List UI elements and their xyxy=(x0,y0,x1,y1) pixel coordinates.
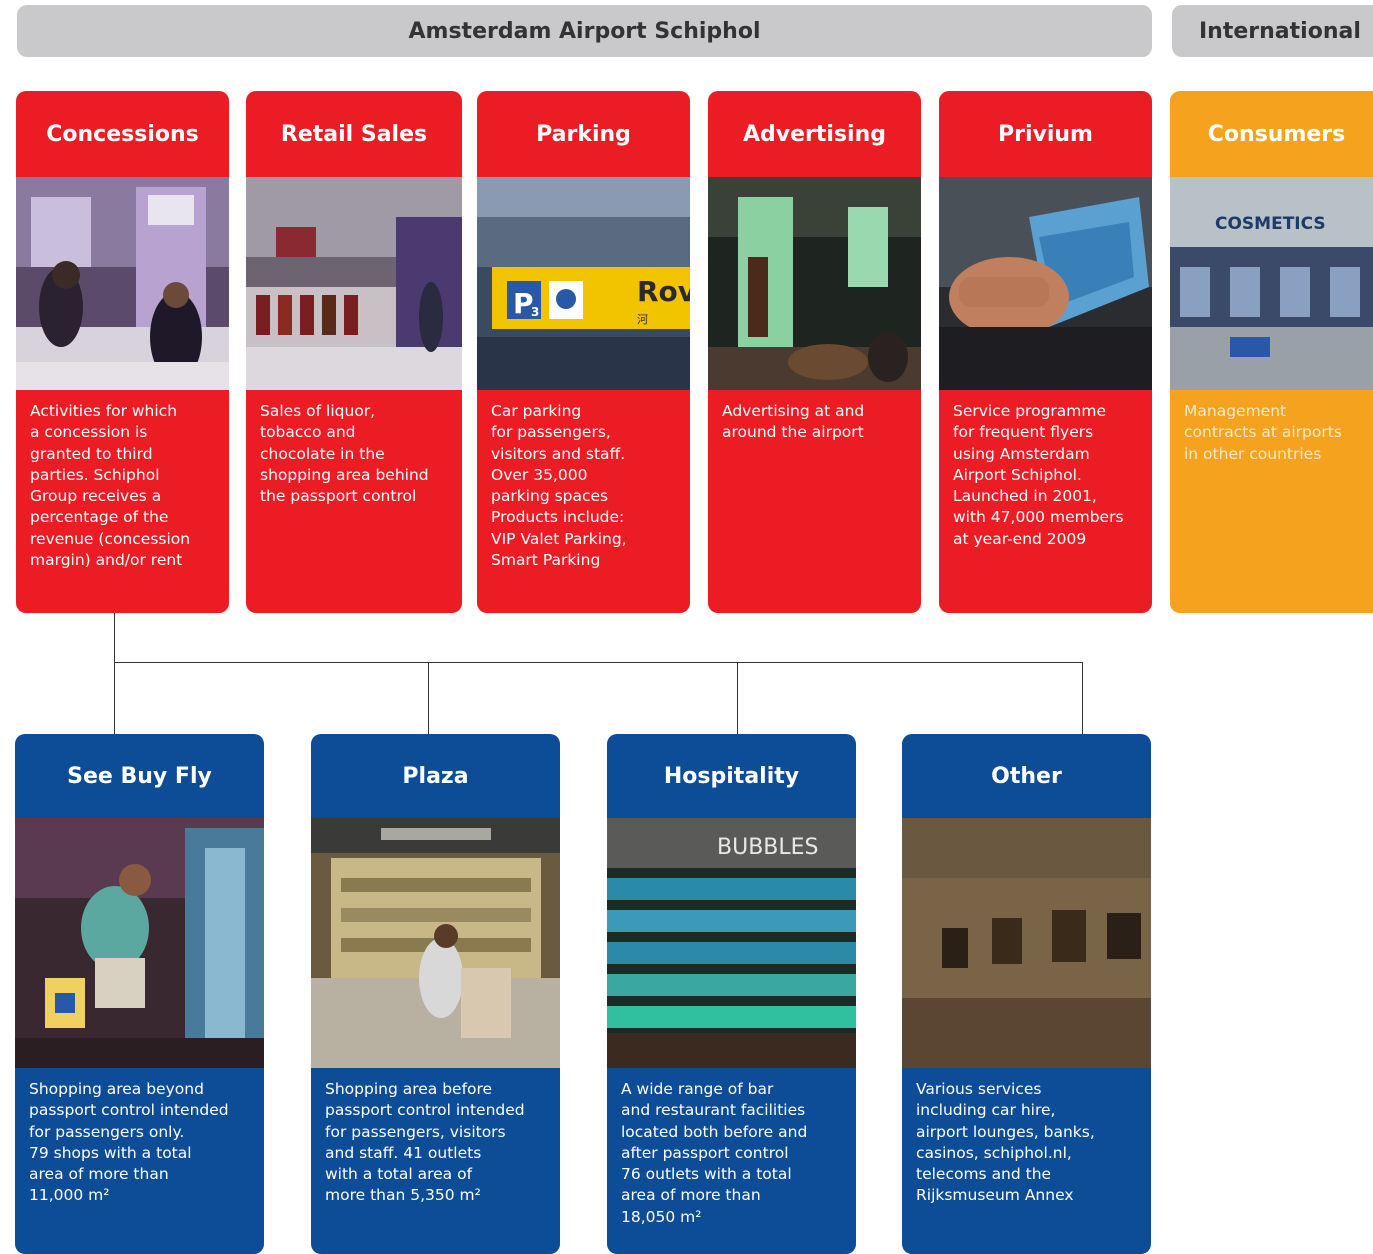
card-see-buy-fly: See Buy Fly Shopping area beyond passpor… xyxy=(15,734,264,1254)
connector-vertical-concessions xyxy=(114,613,115,663)
card-title: Plaza xyxy=(402,763,469,789)
cosmetics-sign: COSMETICS xyxy=(1215,214,1326,234)
card-advertising: Advertising Advertising at and around th… xyxy=(708,91,921,613)
card-retail-sales: Retail Sales Sales of liquor, tobacco an… xyxy=(246,91,462,613)
card-description: Shopping area before passport control in… xyxy=(325,1080,525,1205)
card-description: Service programme for frequent flyers us… xyxy=(953,402,1124,548)
card-concessions: Concessions Activities for which a conce… xyxy=(16,91,229,613)
card-title: Parking xyxy=(536,121,631,147)
connector-see-buy-fly xyxy=(114,662,115,735)
parking-photo: P 3 Rov 河 xyxy=(477,177,690,390)
connector-hospitality xyxy=(737,662,738,735)
card-description: Various services including car hire, air… xyxy=(916,1080,1095,1205)
see-buy-fly-photo xyxy=(15,818,264,1068)
consumers-photo: COSMETICS xyxy=(1170,177,1373,390)
card-title: Hospitality xyxy=(663,763,800,789)
international-header-title: International xyxy=(1199,18,1361,44)
card-title: Other xyxy=(991,763,1062,789)
airport-header-title: Amsterdam Airport Schiphol xyxy=(408,18,761,44)
card-parking: Parking P 3 Rov 河 Car parking for passen… xyxy=(477,91,690,613)
card-description: Car parking for passengers, visitors and… xyxy=(491,402,627,570)
parking-sign-text: Rov xyxy=(637,275,690,308)
card-title: Consumers xyxy=(1207,121,1346,147)
card-hospitality: Hospitality BUBBLES A wide range of bar … xyxy=(607,734,856,1254)
plaza-photo xyxy=(311,818,560,1068)
parking-p-number: 3 xyxy=(531,305,539,319)
airport-header-bar: Amsterdam Airport Schiphol xyxy=(17,5,1152,57)
card-privium: Privium Service programme for frequent f… xyxy=(939,91,1152,613)
card-description: Sales of liquor, tobacco and chocolate i… xyxy=(260,402,429,506)
card-title: Retail Sales xyxy=(280,121,428,147)
other-photo xyxy=(902,818,1151,1068)
international-header-bar: International xyxy=(1172,5,1373,57)
card-description: A wide range of bar and restaurant facil… xyxy=(621,1080,808,1226)
advertising-photo xyxy=(708,177,921,390)
card-description: Management contracts at airports in othe… xyxy=(1184,402,1342,463)
concessions-photo xyxy=(16,177,229,390)
card-plaza: Plaza Shopping area before passport cont… xyxy=(311,734,560,1254)
card-consumers: Consumers COSMETICS Management contracts… xyxy=(1170,91,1373,613)
bubbles-sign: BUBBLES xyxy=(717,835,819,860)
retail-sales-photo xyxy=(246,177,462,390)
card-title: Concessions xyxy=(46,121,199,147)
card-description: Shopping area beyond passport control in… xyxy=(29,1080,229,1205)
card-description: Advertising at and around the airport xyxy=(722,402,865,442)
card-other: Other Various services including car hir… xyxy=(902,734,1151,1254)
card-title: See Buy Fly xyxy=(67,763,212,789)
privium-photo xyxy=(939,177,1152,390)
card-description: Activities for which a concession is gra… xyxy=(30,402,191,570)
card-title: Advertising xyxy=(743,121,886,147)
connector-plaza xyxy=(428,662,429,735)
card-title: Privium xyxy=(998,121,1093,147)
connector-other xyxy=(1082,662,1083,735)
parking-sign-subtext: 河 xyxy=(637,313,648,326)
connector-horizontal xyxy=(114,662,1083,663)
hospitality-photo: BUBBLES xyxy=(607,818,856,1068)
